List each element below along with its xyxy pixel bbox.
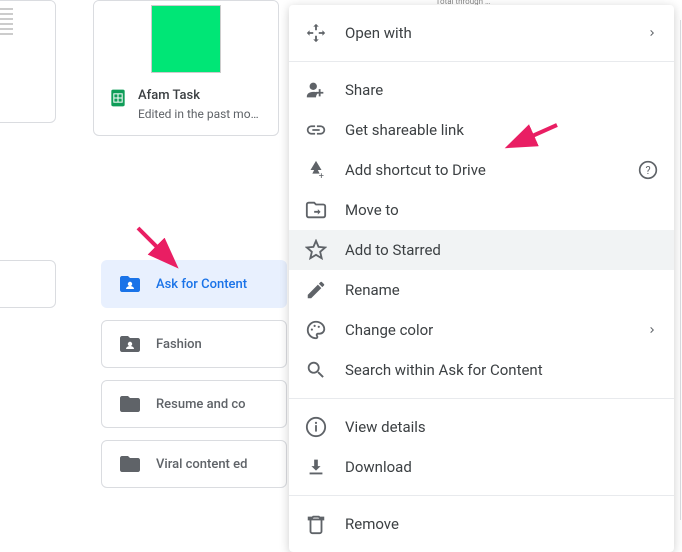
menu-label: Remove (345, 515, 658, 533)
menu-search-within[interactable]: Search within Ask for Content (289, 350, 674, 390)
folder-label: Ask for Content (156, 277, 247, 292)
sheets-icon (108, 88, 128, 108)
folder-row[interactable]: Ask for Content (101, 260, 287, 308)
folder-row[interactable]: Resume and co (101, 380, 287, 428)
drive-shortcut-icon: + (305, 159, 327, 181)
menu-remove[interactable]: Remove (289, 504, 674, 544)
trash-icon (305, 513, 327, 535)
menu-label: Rename (345, 281, 658, 299)
menu-label: Get shareable link (345, 121, 658, 139)
chevron-right-icon (646, 324, 658, 336)
folder-label: Resume and co (156, 397, 246, 412)
share-icon (305, 79, 327, 101)
shared-folder-icon (118, 332, 142, 356)
folder-label: Viral content ed (156, 457, 247, 472)
menu-get-link[interactable]: Get shareable link (289, 110, 674, 150)
separator (289, 398, 674, 399)
folder-row[interactable]: Fashion (101, 320, 287, 368)
svg-text:+: + (319, 172, 324, 181)
svg-text:?: ? (645, 164, 650, 177)
file-tile[interactable]: al St… (0, 0, 56, 123)
help-icon[interactable]: ? (638, 160, 658, 180)
menu-open-with[interactable]: Open with (289, 13, 674, 53)
file-preview (94, 1, 278, 76)
download-icon (305, 456, 327, 478)
rename-icon (305, 279, 327, 301)
menu-download[interactable]: Download (289, 447, 674, 487)
open-with-icon (305, 22, 327, 44)
file-tile[interactable]: Afam Task Edited in the past month (93, 0, 279, 136)
menu-label: Share (345, 81, 658, 99)
folder-label: Fashion (156, 337, 202, 352)
menu-label: Move to (345, 201, 658, 219)
shared-folder-icon (118, 272, 142, 296)
menu-label: Search within Ask for Content (345, 361, 658, 379)
folder-icon (118, 392, 142, 416)
menu-rename[interactable]: Rename (289, 270, 674, 310)
star-icon (305, 239, 327, 261)
menu-add-shortcut[interactable]: + Add shortcut to Drive ? (289, 150, 674, 190)
folder-icon (118, 452, 142, 476)
search-icon (305, 359, 327, 381)
file-title: al St… (0, 88, 41, 103)
separator (289, 495, 674, 496)
menu-label: Open with (345, 24, 628, 42)
menu-label: View details (345, 418, 658, 436)
palette-icon (305, 319, 327, 341)
folder-row[interactable]: is auj… (0, 260, 56, 308)
context-menu: Open with Share Get shareable link + Add… (289, 5, 674, 552)
file-title: Afam Task (138, 88, 264, 103)
menu-add-starred[interactable]: Add to Starred (289, 230, 674, 270)
menu-label: Add to Starred (345, 241, 658, 259)
folder-row[interactable]: Viral content ed (101, 440, 287, 488)
menu-share[interactable]: Share (289, 70, 674, 110)
menu-label: Change color (345, 321, 628, 339)
move-icon (305, 199, 327, 221)
menu-view-details[interactable]: View details (289, 407, 674, 447)
separator (289, 61, 674, 62)
info-icon (305, 416, 327, 438)
link-icon (305, 119, 327, 141)
chevron-right-icon (646, 27, 658, 39)
file-preview (0, 1, 55, 76)
menu-label: Add shortcut to Drive (345, 161, 620, 179)
menu-move-to[interactable]: Move to (289, 190, 674, 230)
menu-label: Download (345, 458, 658, 476)
menu-change-color[interactable]: Change color (289, 310, 674, 350)
file-subtitle: Edited in the past month (138, 107, 264, 121)
